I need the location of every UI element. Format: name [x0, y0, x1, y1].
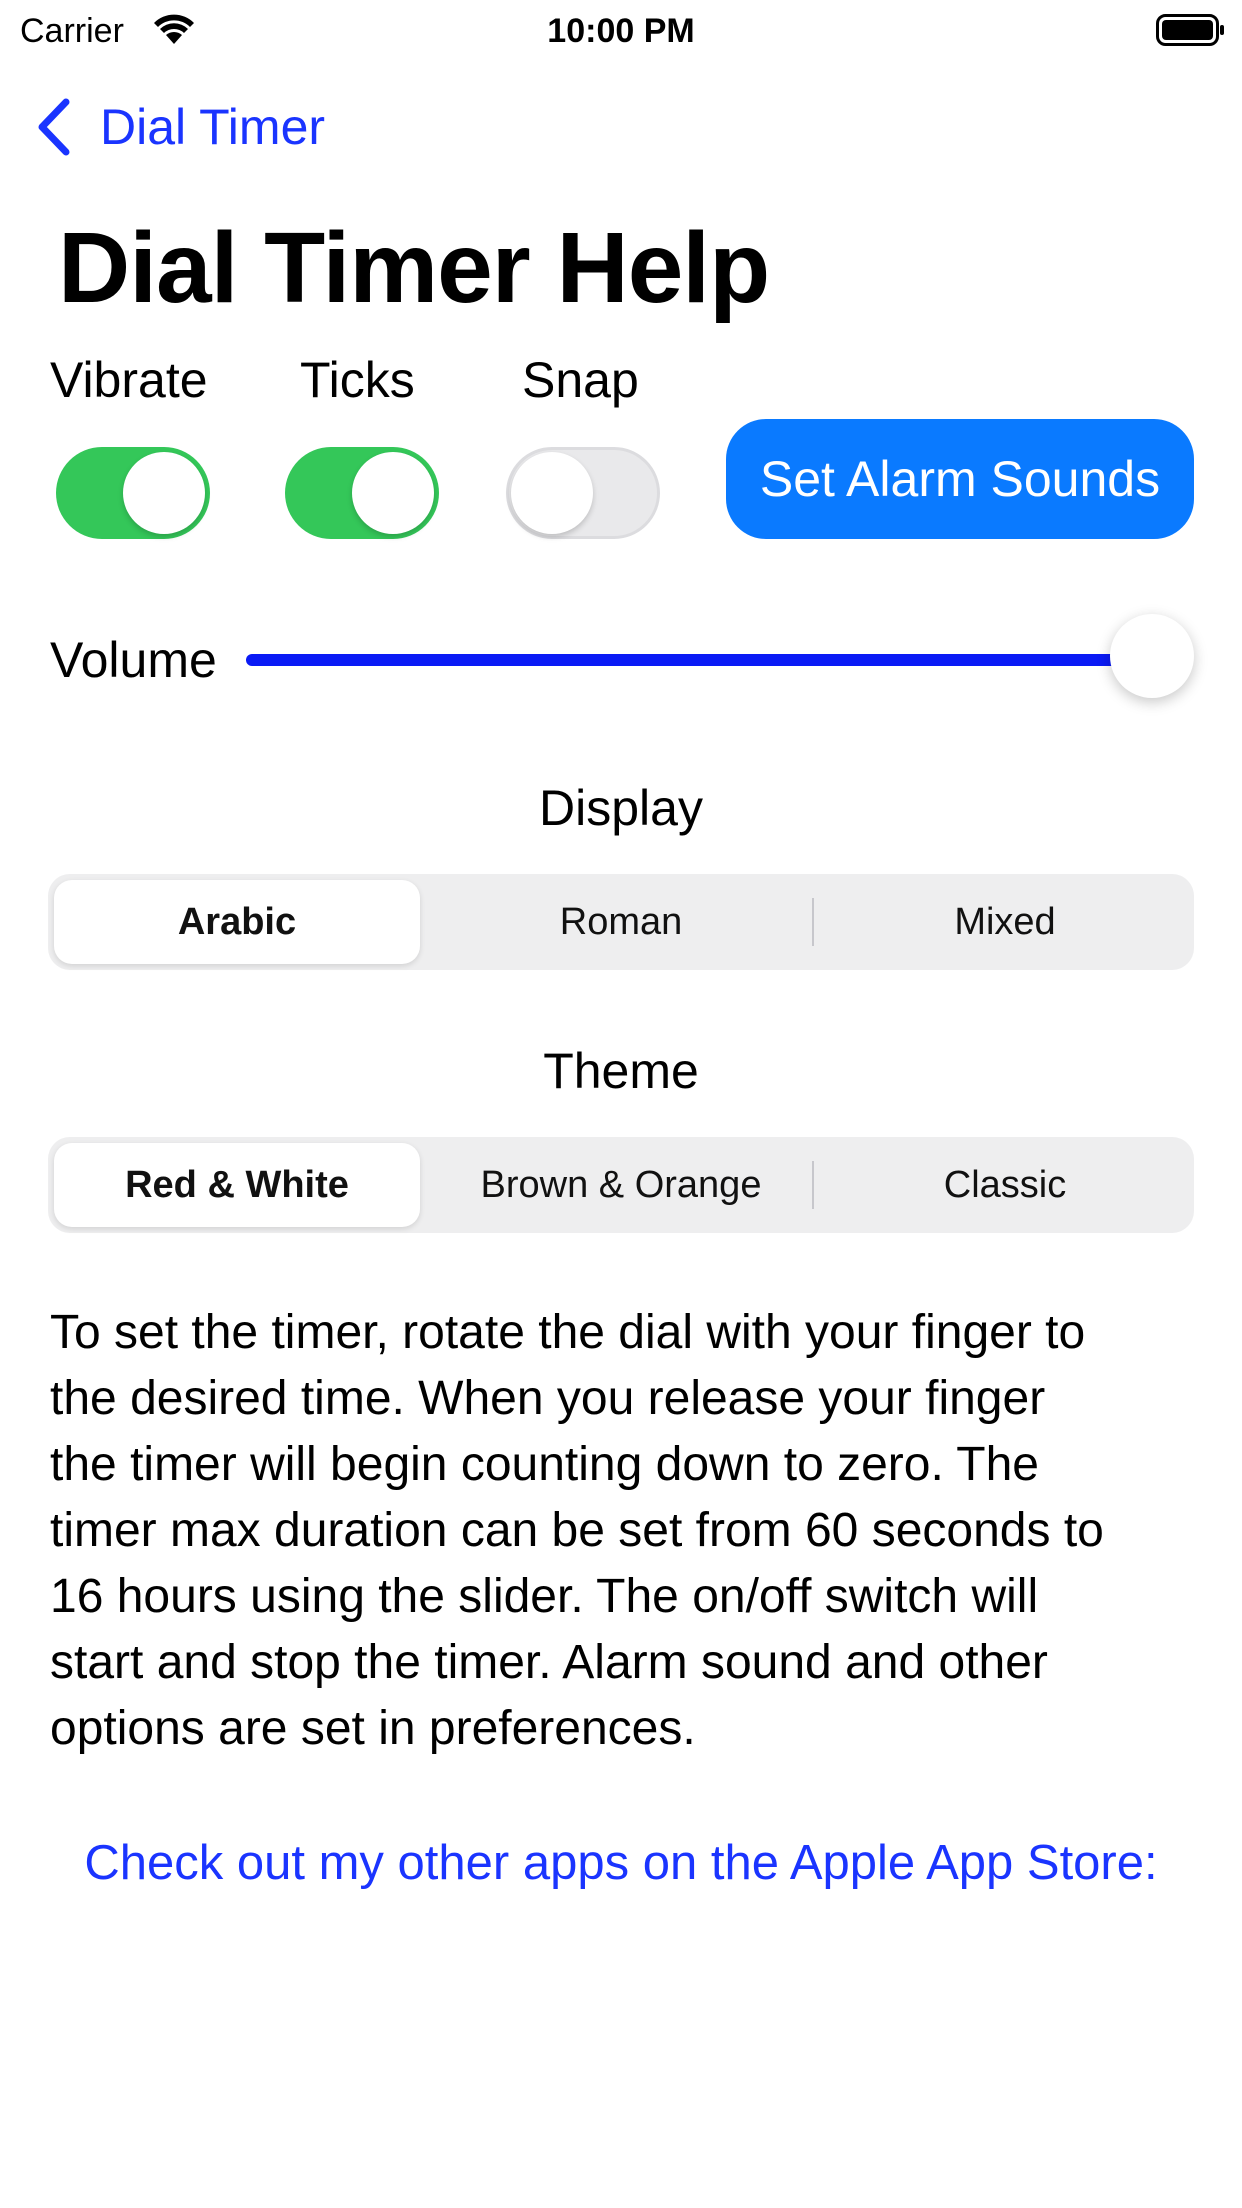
theme-segmented-control[interactable]: Red & White Brown & Orange Classic: [48, 1137, 1194, 1233]
help-text: To set the timer, rotate the dial with y…: [50, 1306, 1104, 1755]
toggle-knob: [511, 452, 593, 534]
status-time: 10:00 PM: [547, 12, 695, 50]
chevron-left-icon[interactable]: [36, 98, 72, 156]
theme-section-title: Theme: [543, 1043, 699, 1099]
volume-slider-track[interactable]: [246, 654, 1156, 666]
back-button[interactable]: Dial Timer: [100, 98, 325, 156]
ticks-label: Ticks: [300, 352, 415, 408]
segment-divider: [812, 898, 814, 946]
theme-option-classic[interactable]: Classic: [822, 1143, 1188, 1227]
page-title: Dial Timer Help: [58, 212, 770, 324]
ticks-toggle[interactable]: [285, 447, 439, 539]
display-option-arabic[interactable]: Arabic: [54, 880, 420, 964]
display-option-roman[interactable]: Roman: [438, 880, 804, 964]
vibrate-toggle[interactable]: [56, 447, 210, 539]
display-option-mixed[interactable]: Mixed: [822, 880, 1188, 964]
display-section-title: Display: [539, 780, 703, 836]
theme-option-red-white[interactable]: Red & White: [54, 1143, 420, 1227]
toggle-knob: [352, 452, 434, 534]
snap-label: Snap: [522, 352, 639, 408]
volume-slider-thumb[interactable]: [1110, 614, 1194, 698]
app-store-link[interactable]: Check out my other apps on the Apple App…: [0, 1834, 1242, 1892]
segment-divider: [812, 1161, 814, 1209]
display-segmented-control[interactable]: Arabic Roman Mixed: [48, 874, 1194, 970]
vibrate-label: Vibrate: [50, 352, 208, 408]
battery-full-icon: [1156, 14, 1224, 46]
toggle-knob: [123, 452, 205, 534]
volume-label: Volume: [50, 632, 217, 688]
set-alarm-sounds-button[interactable]: Set Alarm Sounds: [726, 419, 1194, 539]
snap-toggle[interactable]: [506, 447, 660, 539]
theme-option-brown-orange[interactable]: Brown & Orange: [438, 1143, 804, 1227]
